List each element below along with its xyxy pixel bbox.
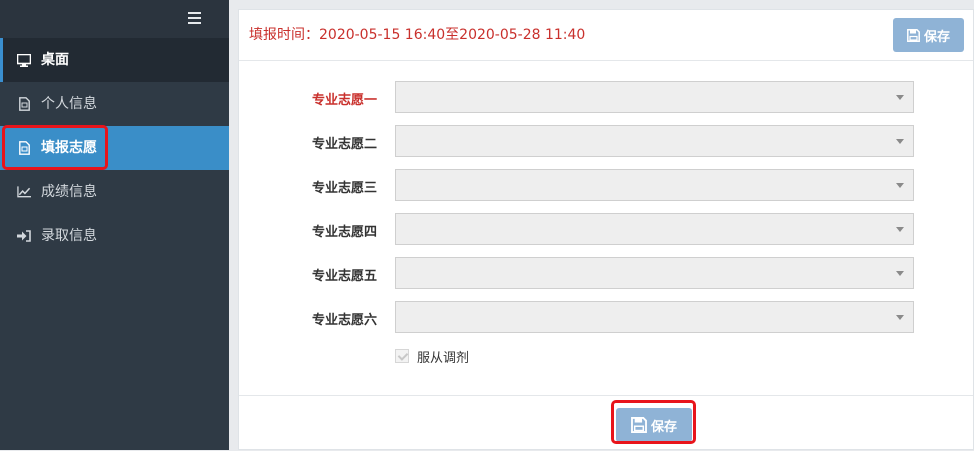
menu-toggle-icon[interactable] [188,12,201,24]
field-label: 专业志愿五 [311,269,377,284]
panel-footer: 保存 [239,395,973,451]
adjust-checkbox[interactable] [395,349,409,363]
sidebar-item-personal-info[interactable]: 个人信息 [0,82,229,126]
field-label: 专业志愿一 [311,93,377,108]
sign-in-icon [17,229,31,243]
major-preference-2-select[interactable] [395,125,914,157]
form-row: 专业志愿六 [239,301,974,335]
sidebar-item-label: 个人信息 [41,96,97,112]
sidebar-item-label: 桌面 [41,52,69,68]
major-preference-4-select[interactable] [395,213,914,245]
adjust-option: 服从调剂 [395,346,469,366]
field-label: 专业志愿三 [311,181,377,196]
fill-time-text: 填报时间：2020-05-15 16:40至2020-05-28 11:40 [249,27,586,43]
document-icon [17,97,31,111]
field-label: 专业志愿四 [311,225,377,240]
monitor-icon [17,53,31,67]
highlight-box [2,125,108,170]
form-row: 专业志愿三 [239,169,974,203]
caret-down-icon [896,227,904,232]
caret-down-icon [896,315,904,320]
major-preference-6-select[interactable] [395,301,914,333]
major-preference-5-select[interactable] [395,257,914,289]
highlight-box [611,400,696,444]
sidebar-item-label: 成绩信息 [41,184,97,200]
form-row: 专业志愿一 [239,81,974,115]
form-row: 专业志愿五 [239,257,974,291]
sidebar-item-admission[interactable]: 录取信息 [0,214,229,258]
caret-down-icon [896,183,904,188]
caret-down-icon [896,95,904,100]
save-button[interactable]: 保存 [893,18,964,52]
sidebar-item-label: 录取信息 [41,228,97,244]
line-chart-icon [17,185,31,199]
floppy-disk-icon [907,28,920,42]
sidebar-item-scores[interactable]: 成绩信息 [0,170,229,214]
panel-header: 填报时间：2020-05-15 16:40至2020-05-28 11:40 保… [239,10,973,61]
form-row: 专业志愿四 [239,213,974,247]
form-row: 专业志愿二 [239,125,974,159]
caret-down-icon [896,139,904,144]
adjust-checkbox-label: 服从调剂 [417,350,470,366]
sidebar-header [0,0,229,38]
field-label: 专业志愿二 [311,137,377,152]
sidebar: 桌面 个人信息 填报志愿 成绩信息 录取信息 [0,0,229,450]
major-preference-1-select[interactable] [395,81,914,113]
preferences-panel: 填报时间：2020-05-15 16:40至2020-05-28 11:40 保… [238,9,974,450]
save-button-label: 保存 [923,29,950,45]
sidebar-item-desktop[interactable]: 桌面 [0,38,229,82]
major-preference-3-select[interactable] [395,169,914,201]
field-label: 专业志愿六 [311,313,377,328]
caret-down-icon [896,271,904,276]
